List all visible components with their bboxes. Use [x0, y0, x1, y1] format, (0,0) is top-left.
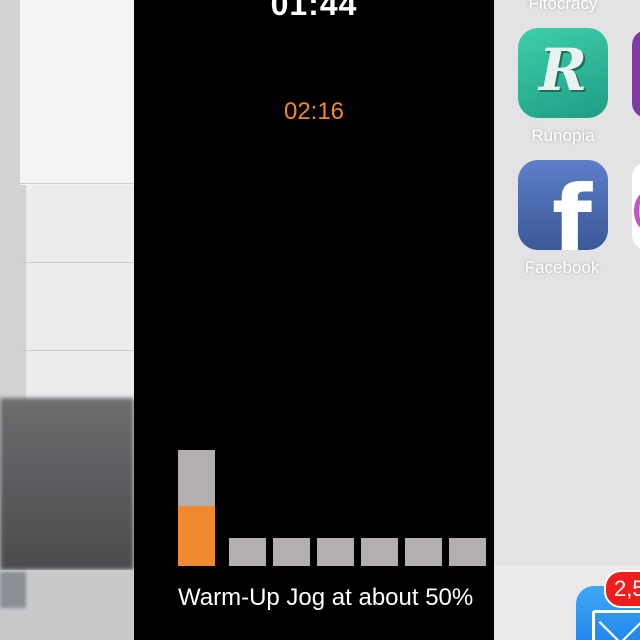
interval-caption: Warm-Up Jog at about 50%	[178, 584, 474, 611]
divider	[18, 262, 134, 263]
app-label-runopia[interactable]: Runopia	[508, 126, 618, 146]
background-app-card[interactable]	[0, 0, 134, 640]
app-label-facebook[interactable]: Facebook	[507, 258, 617, 278]
card-header-area	[20, 0, 134, 185]
partial-app-icon[interactable]	[632, 30, 640, 118]
interval-bar	[317, 538, 354, 566]
interval-bar-progress	[178, 506, 215, 566]
divider	[18, 350, 134, 351]
runopia-icon[interactable]: R	[518, 28, 608, 118]
app-label-fitocracy[interactable]: Fitocracy	[508, 0, 618, 14]
blurred-thumbnail	[0, 572, 26, 608]
envelope-icon	[592, 610, 640, 640]
blurred-image-region	[0, 398, 134, 570]
facebook-icon[interactable]: f	[518, 160, 608, 250]
runopia-glyph: R	[538, 36, 588, 104]
home-screen[interactable]: Fitocracy R Runopia f Facebook 2,5	[494, 0, 640, 640]
facebook-glyph: f	[552, 166, 593, 250]
interval-bar	[449, 538, 486, 566]
mail-badge: 2,5	[604, 570, 640, 608]
partial-app-icon[interactable]	[632, 162, 640, 250]
interval-bar	[229, 538, 266, 566]
interval-segments	[134, 0, 494, 640]
interval-bar	[405, 538, 442, 566]
interval-bar	[273, 538, 310, 566]
interval-bar	[361, 538, 398, 566]
interval-timer-card[interactable]: 01:44 02:16 Warm-Up Jog at about 50%	[134, 0, 494, 640]
divider	[18, 183, 134, 184]
